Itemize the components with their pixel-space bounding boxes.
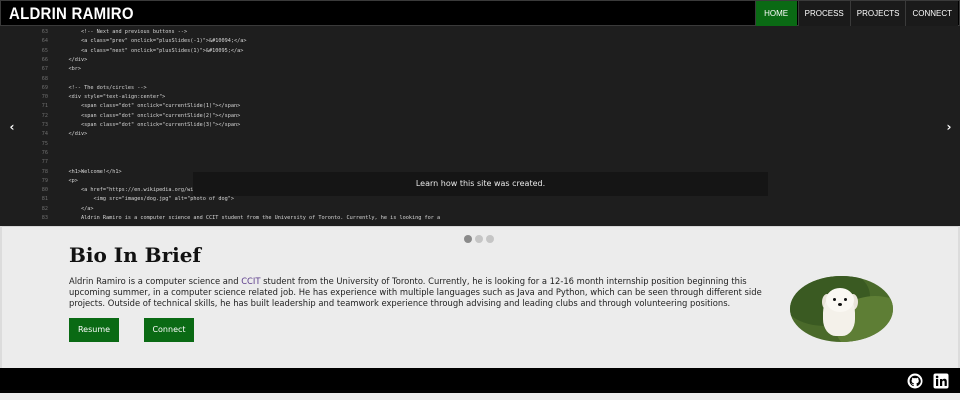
code-line: </a> [56,205,94,212]
code-screenshot-slide: 63 64 65 66 67 68 69 70 71 72 73 74 75 76 77 78 79 80 81 82… [0,26,960,226]
code-line-number: 75 [41,140,48,147]
resume-button[interactable]: Resume [69,318,119,342]
code-line-number: 69 [41,84,48,91]
code-line: <span class="dot" onclick="currentSlide(… [56,122,241,128]
next-slide-button[interactable]: › [941,118,957,136]
ccit-link[interactable]: CCIT [241,276,260,286]
code-line-number: 70 [41,94,48,101]
code-line-number: 71 [41,103,48,110]
code-line: </div> [56,56,88,63]
site-brand[interactable]: ALDRIN RAMIRO [9,4,134,24]
code-line-number: 74 [41,131,48,138]
code-line-number: 64 [41,38,48,45]
footer-bottom-strip [0,393,960,400]
code-line: <span class="dot" onclick="currentSlide(… [56,103,241,110]
main-nav: HOME PROCESS PROJECTS CONNECT [754,1,958,26]
top-nav-bar: ALDRIN RAMIRO HOME PROCESS PROJECTS CONN… [0,0,960,26]
code-line-number: 68 [41,75,48,82]
code-line-number: 82 [41,205,48,212]
code-line-number: 66 [41,56,48,63]
github-icon[interactable] [907,373,923,389]
nav-projects[interactable]: PROJECTS [849,1,906,26]
connect-button[interactable]: Connect [144,318,194,342]
dog-eye-left [833,298,836,301]
code-line-number: 77 [41,159,48,166]
code-line: <a class="prev" onclick="plusSlides(-1)"… [56,38,247,45]
slide-dot-1[interactable] [464,235,472,243]
code-line: <br> [56,66,81,73]
dog-nose [838,303,842,306]
code-line: <h1>Welcome!</h1> [56,168,122,175]
code-line: <div style="text-align:center"> [56,94,166,101]
code-lines: <!-- Next and previous buttons --> <a cl… [56,26,756,226]
code-line: <!-- Next and previous buttons --> [56,29,188,35]
footer [0,368,960,393]
code-line-number: 67 [41,66,48,73]
dog-eye-right [844,298,847,301]
dog-photo [790,276,893,342]
nav-connect[interactable]: CONNECT [905,1,958,26]
nav-process[interactable]: PROCESS [797,1,850,26]
code-line-number: 79 [41,177,48,184]
previous-slide-button[interactable]: ‹ [4,118,20,136]
code-line: Aldrin Ramiro is a computer science and … [56,215,441,221]
code-line: <!-- The dots/circles --> [56,84,147,91]
code-line: <img src="images/dog.jpg" alt="photo of … [56,196,235,203]
bio-text: Aldrin Ramiro is a computer science and … [69,276,769,309]
code-line-number: 80 [41,187,48,194]
bio-text-part1: Aldrin Ramiro is a computer science and [69,276,242,286]
bio-title: Bio In Brief [69,243,202,267]
linkedin-icon[interactable] [933,373,949,389]
code-line-number: 83 [41,215,48,221]
slide-dot-2[interactable] [475,235,483,243]
content-border-left [0,226,2,368]
slideshow: 63 64 65 66 67 68 69 70 71 72 73 74 75 76 77 78 79 80 81 82… [0,26,960,226]
slide-dots [464,235,494,243]
nav-home[interactable]: HOME [754,1,797,26]
code-line: </div> [56,131,88,138]
slide-caption: Learn how this site was created. [193,172,768,196]
code-line-number: 63 [41,29,48,35]
code-line-number: 76 [41,149,48,156]
section-divider [0,226,960,227]
code-line: <p> [56,177,78,184]
dog-head [826,288,854,312]
code-line-number: 78 [41,168,48,175]
code-line-numbers: 63 64 65 66 67 68 69 70 71 72 73 74 75 76 77 78 79 80 81 82… [22,26,50,226]
slide-dot-3[interactable] [486,235,494,243]
code-line-number: 72 [41,112,48,119]
code-line-number: 65 [41,47,48,54]
code-line-number: 81 [41,196,48,203]
code-line-number: 73 [41,122,48,128]
code-line: <a class="next" onclick="plusSlides(1)">… [56,47,244,54]
code-line: <span class="dot" onclick="currentSlide(… [56,112,241,119]
